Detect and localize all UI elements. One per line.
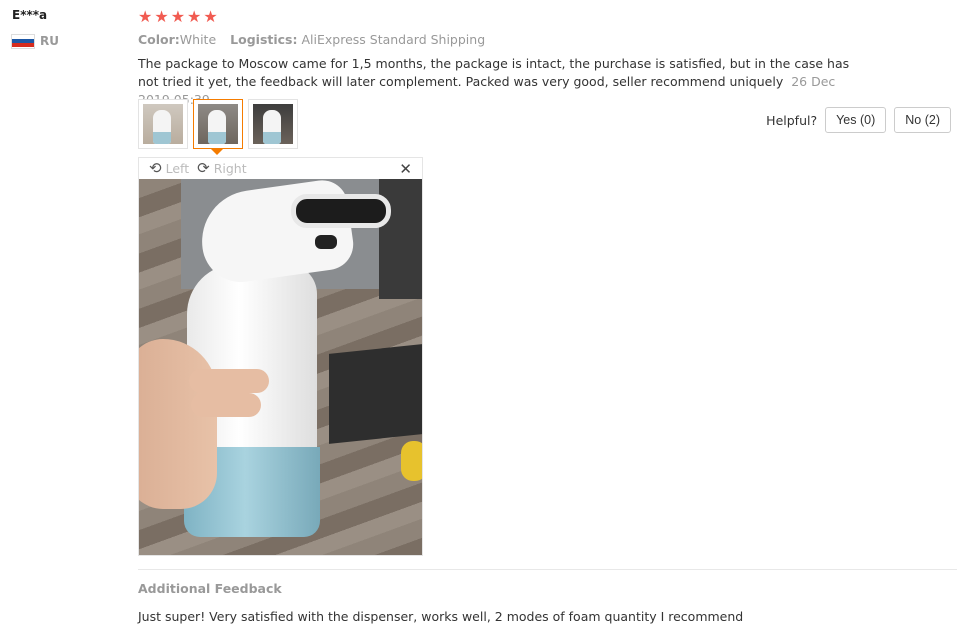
reviewer-country: RU <box>12 34 59 48</box>
review-text: The package to Moscow came for 1,5 month… <box>138 56 850 89</box>
thumbnail-2[interactable] <box>193 99 243 155</box>
close-icon[interactable]: ✕ <box>399 160 412 178</box>
russia-flag-icon <box>12 34 34 48</box>
rotate-left-icon: ⟲ <box>149 159 162 177</box>
star-icon: ★ <box>154 7 169 26</box>
color-value: White <box>179 32 217 47</box>
thumbnail-image <box>253 104 293 144</box>
star-icon: ★ <box>170 7 186 26</box>
thumbnail-1[interactable] <box>138 99 188 149</box>
color-label: Color: <box>138 32 180 47</box>
rotate-right-label: Right <box>213 161 247 176</box>
logistics-label: Logistics: <box>230 32 298 47</box>
viewer-toolbar: ⟲ Left ⟳ Right ✕ <box>139 158 422 179</box>
additional-feedback-title: Additional Feedback <box>138 581 282 596</box>
helpful-label: Helpful? <box>766 112 818 128</box>
section-divider <box>138 569 957 570</box>
rotate-left-label: Left <box>165 161 190 176</box>
helpful-voting: Helpful? Yes (0) No (2) <box>766 107 951 133</box>
thumbnail-image <box>143 104 183 144</box>
helpful-yes-button[interactable]: Yes (0) <box>825 107 887 133</box>
star-icon: ★ <box>203 7 218 26</box>
rotate-left-button[interactable]: ⟲ Left <box>149 159 190 177</box>
active-thumbnail-indicator <box>211 149 223 155</box>
review-photo <box>139 179 422 555</box>
color-info: Color:White <box>138 32 216 47</box>
star-icon: ★ <box>138 7 153 26</box>
thumbnail-image <box>198 104 238 144</box>
rotate-right-icon: ⟳ <box>197 159 210 177</box>
order-meta: Color:White Logistics: AliExpress Standa… <box>138 32 485 47</box>
additional-feedback-text: Just super! Very satisfied with the disp… <box>138 609 744 624</box>
image-viewer: ⟲ Left ⟳ Right ✕ <box>138 157 423 556</box>
reviewer-name: E***a <box>12 8 48 22</box>
rotate-right-button[interactable]: ⟳ Right <box>197 159 247 177</box>
logistics-value: AliExpress Standard Shipping <box>301 32 486 47</box>
star-icon: ★ <box>187 7 202 26</box>
thumbnail-3[interactable] <box>248 99 298 149</box>
helpful-no-button[interactable]: No (2) <box>894 107 951 133</box>
photo-thumbnails <box>138 99 298 155</box>
star-rating: ★ ★ ★ ★ ★ <box>138 9 218 25</box>
country-code: RU <box>40 34 59 48</box>
logistics-info: Logistics: AliExpress Standard Shipping <box>230 32 485 47</box>
